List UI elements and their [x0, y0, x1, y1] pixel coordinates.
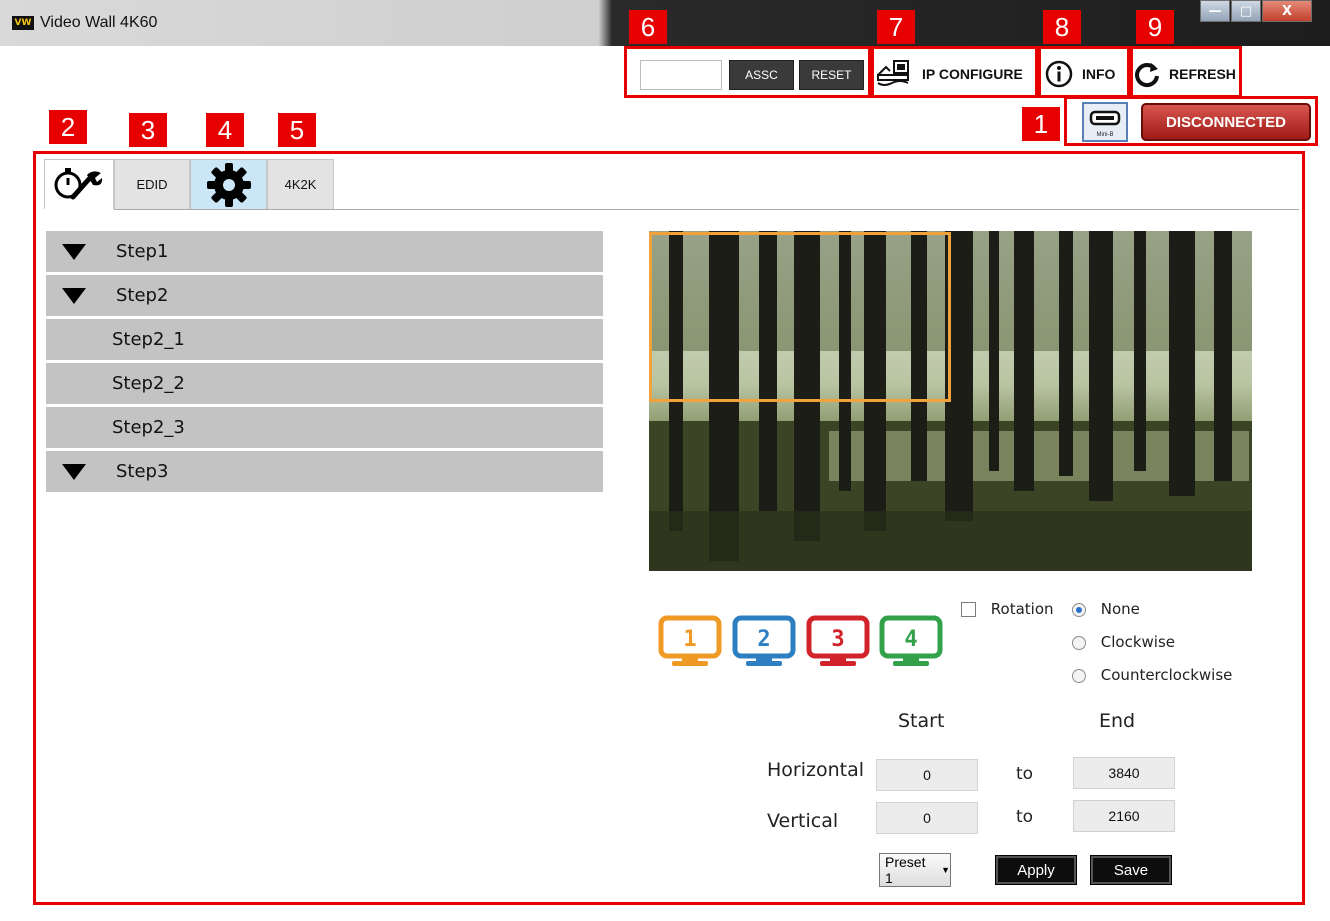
- title-bar-left: VW Video Wall 4K60: [0, 8, 157, 38]
- main-panel: EDID 4K2K Step1 Step2 Step2_1 Step2_2 St…: [33, 151, 1305, 905]
- rotation-label: Rotation: [990, 600, 1054, 618]
- radio-clockwise[interactable]: [1072, 635, 1086, 650]
- callout-8: 8: [1043, 10, 1081, 44]
- minimize-button[interactable]: —: [1200, 0, 1230, 22]
- info-button[interactable]: INFO: [1044, 58, 1115, 90]
- rotation-option-clockwise[interactable]: Clockwise: [1072, 633, 1175, 651]
- radio-label: None: [1100, 600, 1140, 618]
- app-logo: VW: [12, 16, 34, 30]
- monitor-1-icon[interactable]: 1: [658, 615, 722, 667]
- save-button[interactable]: Save: [1090, 855, 1172, 885]
- step-label: Step1: [116, 241, 169, 262]
- monitor-3-icon[interactable]: 3: [806, 615, 870, 667]
- step-label: Step2_3: [112, 417, 185, 438]
- callout-5: 5: [278, 113, 316, 147]
- callout-7: 7: [877, 10, 915, 44]
- step-label: Step2: [116, 285, 169, 306]
- step-label: Step2_2: [112, 373, 185, 394]
- radio-label: Clockwise: [1100, 633, 1176, 651]
- steps-list: Step1 Step2 Step2_1 Step2_2 Step2_3 Step…: [46, 231, 603, 495]
- monitor-2-icon[interactable]: 2: [732, 615, 796, 667]
- ip-configure-icon: [877, 60, 909, 86]
- callout-3: 3: [129, 113, 167, 147]
- callout-1: 1: [1022, 107, 1060, 141]
- tab-divider: [114, 209, 1299, 210]
- callout-2: 2: [49, 110, 87, 144]
- rotation-checkbox-row[interactable]: Rotation: [961, 600, 1054, 618]
- horizontal-end-field[interactable]: 3840: [1073, 757, 1175, 789]
- step-label: Step3: [116, 461, 169, 482]
- horizontal-label: Horizontal: [767, 759, 865, 781]
- monitor-number: 3: [831, 627, 844, 652]
- rotation-checkbox[interactable]: [961, 602, 976, 617]
- rotation-option-none[interactable]: None: [1072, 600, 1140, 618]
- vertical-label: Vertical: [767, 810, 839, 832]
- step-item-step3[interactable]: Step3: [46, 451, 603, 492]
- step-item-step2[interactable]: Step2: [46, 275, 603, 316]
- tab-bar: EDID 4K2K: [44, 159, 334, 209]
- info-label: INFO: [1082, 66, 1116, 82]
- step-label: Step2_1: [112, 329, 185, 350]
- step-item-step2-1[interactable]: Step2_1: [46, 319, 603, 360]
- ip-configure-label: IP CONFIGURE: [922, 66, 1023, 82]
- expand-triangle-icon: [62, 463, 86, 480]
- apply-button[interactable]: Apply: [995, 855, 1077, 885]
- start-header: Start: [898, 710, 945, 732]
- maximize-button[interactable]: □: [1231, 0, 1261, 22]
- monitor-4-icon[interactable]: 4: [879, 615, 943, 667]
- refresh-button[interactable]: REFRESH: [1133, 58, 1236, 90]
- callout-4: 4: [206, 113, 244, 147]
- usb-connection-icon[interactable]: Mini-B: [1082, 102, 1128, 142]
- tab-4k2k[interactable]: 4K2K: [267, 159, 334, 209]
- preset-value: Preset 1: [885, 854, 926, 886]
- connection-status-button[interactable]: DISCONNECTED: [1141, 103, 1311, 141]
- step-item-step1[interactable]: Step1: [46, 231, 603, 272]
- step-item-step2-2[interactable]: Step2_2: [46, 363, 603, 404]
- step-item-step2-3[interactable]: Step2_3: [46, 407, 603, 448]
- window-title: Video Wall 4K60: [40, 14, 158, 31]
- horizontal-start-field[interactable]: 0: [876, 759, 978, 791]
- wrench-clock-icon: [54, 167, 103, 199]
- radio-label: Counterclockwise: [1100, 666, 1233, 684]
- monitor-number: 4: [904, 627, 917, 652]
- to-label: to: [1016, 807, 1034, 827]
- reset-button[interactable]: RESET: [799, 60, 864, 90]
- expand-triangle-icon: [62, 243, 86, 260]
- window-controls: — □ X: [1199, 0, 1312, 22]
- tab-tools[interactable]: [44, 159, 114, 209]
- selection-rectangle[interactable]: [649, 232, 951, 402]
- callout-6: 6: [629, 10, 667, 44]
- expand-triangle-icon: [62, 287, 86, 304]
- gear-icon: [206, 162, 251, 207]
- monitor-number: 1: [683, 627, 696, 652]
- info-icon: [1045, 60, 1073, 88]
- tab-settings[interactable]: [190, 159, 267, 209]
- rotation-option-counterclockwise[interactable]: Counterclockwise: [1072, 666, 1232, 684]
- refresh-label: REFRESH: [1169, 66, 1236, 82]
- monitor-number: 2: [757, 627, 770, 652]
- preset-dropdown[interactable]: Preset 1 ▼: [879, 853, 951, 887]
- close-button[interactable]: X: [1262, 0, 1312, 22]
- to-label: to: [1016, 764, 1034, 784]
- radio-none[interactable]: [1072, 602, 1086, 617]
- app-window: VW Video Wall 4K60 — □ X ASSC RESET IP C…: [0, 0, 1330, 921]
- radio-counterclockwise[interactable]: [1072, 668, 1086, 683]
- usb-port-label: Mini-B: [1096, 132, 1114, 138]
- refresh-icon: [1135, 63, 1159, 88]
- vertical-end-field[interactable]: 2160: [1073, 800, 1175, 832]
- assc-code-input[interactable]: [640, 60, 722, 90]
- callout-9: 9: [1136, 10, 1174, 44]
- chevron-down-icon: ▼: [941, 865, 950, 875]
- tab-edid[interactable]: EDID: [114, 159, 190, 209]
- vertical-start-field[interactable]: 0: [876, 802, 978, 834]
- end-header: End: [1099, 710, 1136, 732]
- ip-configure-button[interactable]: IP CONFIGURE: [876, 58, 1023, 90]
- assc-button[interactable]: ASSC: [729, 60, 794, 90]
